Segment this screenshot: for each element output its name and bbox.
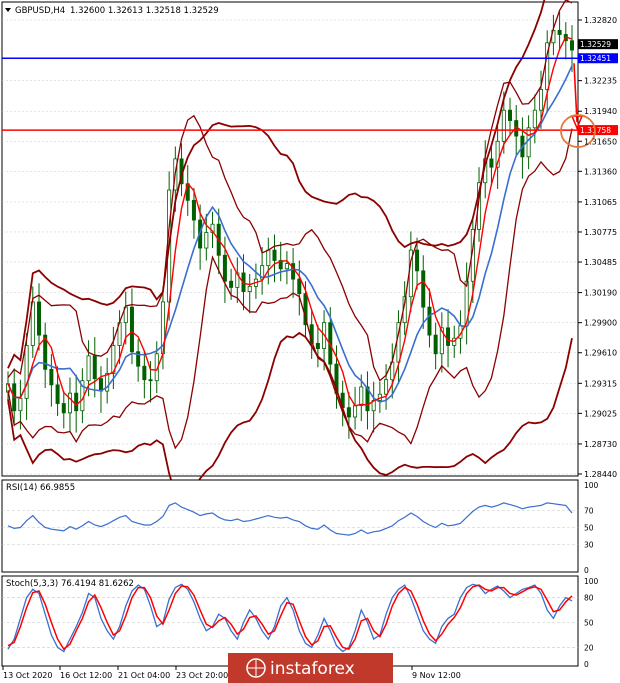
candle-body: [247, 285, 252, 292]
symbol-label: GBPUSD,H4: [15, 6, 65, 16]
candle-body: [427, 306, 432, 336]
candle-body: [74, 392, 79, 412]
x-tick-label: 16 Oct 12:00: [60, 671, 112, 680]
x-tick-label: 13 Oct 2020: [3, 671, 52, 680]
candle-body: [18, 397, 23, 412]
price-label: 1.32529: [578, 39, 618, 50]
price-label: 1.32451: [578, 53, 618, 64]
candle-body: [229, 280, 234, 288]
stoch-axis-label: 80: [584, 594, 594, 603]
x-tick-label: 21 Oct 04:00: [118, 671, 170, 680]
price-label-text: 1.32451: [580, 54, 611, 63]
candle-body: [49, 368, 54, 386]
y-tick-label: 1.31650: [584, 137, 617, 146]
price-label-text: 1.32529: [580, 40, 611, 49]
y-tick-label: 1.29315: [584, 379, 617, 388]
candle-body: [297, 278, 302, 295]
candle-body: [446, 327, 451, 346]
candle-body: [346, 407, 351, 418]
y-tick-label: 1.28440: [584, 470, 617, 479]
candle-body: [539, 89, 544, 111]
rsi-axis-label: 50: [584, 524, 594, 533]
rsi-axis-label: 0: [584, 566, 589, 575]
ohlc-label: 1.32600 1.32613 1.32518 1.32529: [70, 6, 219, 16]
x-tick-label: 23 Oct 20:00: [176, 671, 228, 680]
candle-body: [415, 249, 420, 272]
y-tick-label: 1.30775: [584, 228, 617, 237]
candle-body: [129, 306, 134, 353]
candle-body: [191, 199, 196, 221]
candle-body: [61, 403, 66, 414]
x-tick-label: 9 Nov 12:00: [412, 671, 461, 680]
rsi-axis-label: 30: [584, 541, 594, 550]
y-tick-label: 1.32820: [584, 16, 617, 25]
chart-canvas: 1.32529 1.32451 1.31758 1.32820 1.32235 1.31…: [0, 0, 620, 683]
candle-body: [315, 342, 320, 349]
candle-body: [98, 378, 103, 392]
watermark-text: instaforex: [270, 659, 355, 679]
y-tick-label: 1.30190: [584, 289, 617, 298]
candle-body: [384, 379, 389, 395]
rsi-panel: 100 70 50 30 0 RSI(14) 66.9855: [1, 479, 599, 575]
main-price-panel: 1.32529 1.32451 1.31758 1.32820 1.32235 1.31…: [1, 0, 618, 500]
candle-body: [272, 249, 277, 261]
candle-body: [24, 345, 29, 399]
y-tick-label: 1.29610: [584, 349, 617, 358]
rsi-axis-label: 70: [584, 507, 594, 516]
candle-body: [222, 254, 227, 282]
candle-body: [526, 127, 531, 158]
y-tick-label: 1.31065: [584, 198, 617, 207]
rsi-label: RSI(14) 66.9855: [6, 483, 75, 493]
watermark: instaforex: [228, 653, 393, 683]
candle-body: [421, 270, 426, 308]
candle-body: [353, 405, 358, 418]
candle-body: [36, 301, 41, 336]
candle-body: [557, 29, 562, 35]
rsi-axis-label: 100: [584, 481, 599, 490]
candle-body: [67, 392, 72, 414]
stoch-axis-label: 20: [584, 643, 594, 652]
candle-body: [204, 232, 209, 249]
y-tick-label: 1.31360: [584, 167, 617, 176]
candle-body: [433, 334, 438, 355]
y-tick-label: 1.30485: [584, 258, 617, 267]
price-label: 1.31758: [578, 125, 618, 136]
stoch-axis-label: 0: [584, 660, 589, 669]
candle-body: [489, 158, 494, 168]
watermark-logo-icon: [246, 658, 266, 678]
candle-body: [86, 355, 91, 382]
candle-body: [148, 379, 153, 382]
stoch-axis-label: 50: [584, 619, 594, 628]
chart-header[interactable]: GBPUSD,H4 1.32600 1.32613 1.32518 1.3252…: [5, 6, 219, 16]
candle-body: [501, 109, 506, 142]
stoch-label: Stoch(5,3,3) 76.4194 81.6262: [6, 579, 134, 589]
candle-body: [142, 365, 147, 381]
y-tick-label: 1.29900: [584, 319, 617, 328]
candle-body: [92, 355, 97, 380]
y-tick-label: 1.32235: [584, 77, 617, 86]
candle-body: [284, 263, 289, 270]
candle-body: [266, 249, 271, 267]
candle-body: [508, 109, 513, 121]
stoch-axis-label: 100: [584, 577, 599, 586]
candle-body: [570, 40, 575, 51]
y-tick-label: 1.29025: [584, 409, 617, 418]
candle-body: [55, 384, 60, 404]
candle-body: [532, 109, 537, 129]
y-tick-label: 1.31940: [584, 107, 617, 116]
y-tick-label: 1.28730: [584, 440, 617, 449]
candle-body: [359, 386, 364, 406]
